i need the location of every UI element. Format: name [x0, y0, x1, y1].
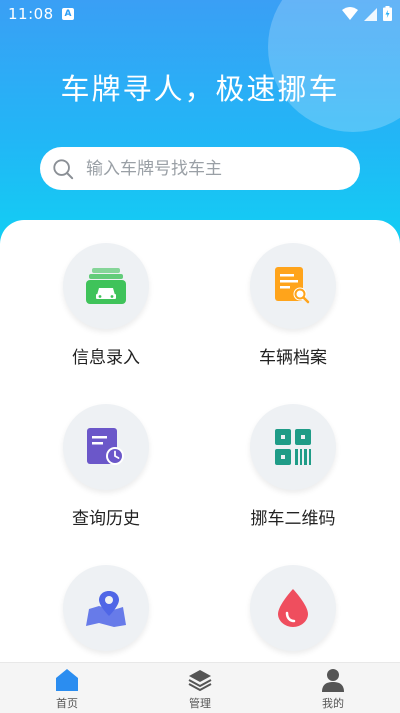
tab-mine[interactable]: 我的 — [266, 663, 400, 713]
feature-move-car-qr[interactable]: 挪车二维码 — [193, 404, 393, 529]
drop-icon — [278, 589, 308, 627]
history-clock-icon — [87, 428, 124, 465]
search-icon — [53, 158, 74, 179]
tab-home[interactable]: 首页 — [0, 663, 134, 713]
search-input[interactable] — [84, 157, 338, 180]
tab-label: 首页 — [56, 697, 78, 710]
feature-map-location[interactable] — [6, 565, 206, 662]
bottom-tab-bar: 首页 管理 我的 — [0, 662, 400, 713]
feature-icon-circle — [250, 565, 336, 651]
feature-label: 信息录入 — [72, 348, 140, 368]
tab-label: 管理 — [189, 697, 211, 710]
status-time: 11:08 — [8, 5, 54, 23]
feature-label: 车辆档案 — [259, 348, 327, 368]
layers-icon — [188, 670, 212, 692]
hero-headline: 车牌寻人，极速挪车 — [60, 72, 340, 106]
status-bar: 11:08 A — [0, 0, 400, 28]
feature-icon-circle — [250, 404, 336, 490]
feature-icon-circle — [63, 404, 149, 490]
status-indicators — [342, 6, 392, 21]
tab-label: 我的 — [322, 697, 344, 710]
car-entry-icon — [86, 268, 126, 304]
wifi-icon — [342, 6, 358, 20]
qr-code-icon — [275, 429, 311, 465]
feature-icon-circle — [250, 243, 336, 329]
signal-icon — [364, 7, 377, 21]
feature-icon-circle — [63, 243, 149, 329]
user-icon — [322, 669, 344, 692]
feature-vehicle-archive[interactable]: 车辆档案 — [193, 243, 393, 368]
feature-drop[interactable] — [193, 565, 393, 662]
feature-panel: 信息录入 车辆档案 查询历史 挪车二维码 — [0, 220, 400, 662]
feature-label: 查询历史 — [72, 509, 140, 529]
document-search-icon — [275, 267, 310, 304]
hero-banner: 11:08 A 车牌寻人，极速挪车 — [0, 0, 400, 250]
search-bar[interactable] — [40, 147, 360, 190]
tab-manage[interactable]: 管理 — [133, 663, 267, 713]
battery-icon — [383, 6, 392, 21]
map-location-icon — [86, 591, 126, 627]
feature-info-entry[interactable]: 信息录入 — [6, 243, 206, 368]
home-icon — [56, 669, 78, 691]
feature-label: 挪车二维码 — [250, 509, 336, 529]
notification-icon: A — [62, 8, 74, 20]
feature-icon-circle — [63, 565, 149, 651]
feature-query-history[interactable]: 查询历史 — [6, 404, 206, 529]
